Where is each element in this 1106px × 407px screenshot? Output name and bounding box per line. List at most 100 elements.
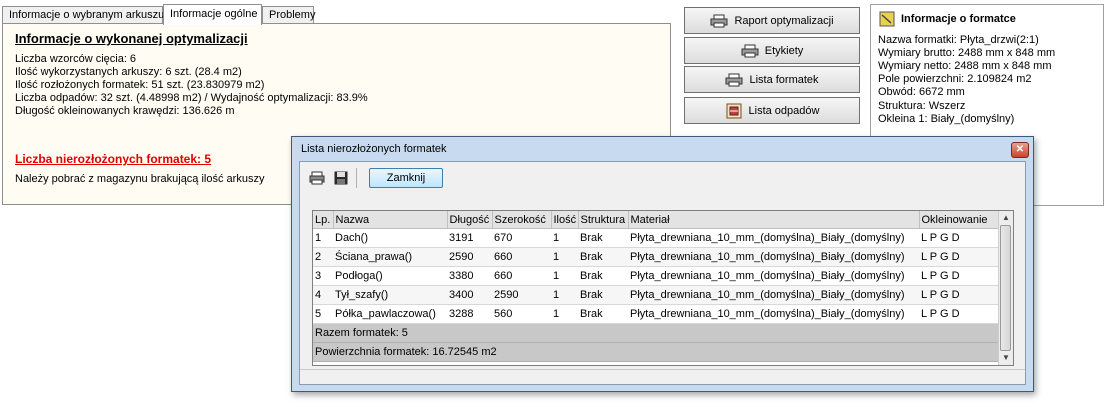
cell-width: 670 — [492, 228, 551, 248]
unplaced-pieces-grid: Lp. Nazwa Długość Szerokość Ilość Strukt… — [312, 210, 1014, 366]
tab-problems[interactable]: Problemy — [262, 6, 315, 23]
summary-line: Ilość wykorzystanych arkuszy: 6 szt. (28… — [15, 66, 242, 78]
print-button[interactable] — [308, 169, 326, 187]
cell-length: 3191 — [447, 228, 492, 248]
cell-qty: 1 — [551, 266, 578, 286]
table-row[interactable]: 3 Podłoga() 3380 660 1 Brak Płyta_drewniana_10… — [313, 266, 1000, 286]
cell-length: 3288 — [447, 304, 492, 324]
cell-qty: 1 — [551, 304, 578, 324]
cell-name: Tył_szafy() — [333, 285, 447, 305]
column-header[interactable]: Okleinowanie — [919, 211, 1001, 229]
summary-line: Liczba odpadów: 32 szt. (4.48998 m2) / W… — [15, 92, 368, 104]
scroll-thumb[interactable] — [1000, 225, 1011, 351]
piece-info-row: Struktura: Wszerz — [878, 100, 966, 112]
scroll-up-icon[interactable]: ▲ — [999, 211, 1013, 225]
cell-material: Płyta_drewniana_10_mm_(domyślna)_Biały_(… — [628, 285, 919, 305]
column-header[interactable]: Szerokość — [492, 211, 552, 229]
cell-edging: L P G D — [919, 285, 1000, 305]
cell-qty: 1 — [551, 285, 578, 305]
table-row[interactable]: 4 Tył_szafy() 3400 2590 1 Brak Płyta_drewniana… — [313, 285, 1000, 305]
cell-length: 2590 — [447, 247, 492, 267]
tab-general-info[interactable]: Informacje ogólne — [163, 4, 262, 25]
total-area: Powierzchnia formatek: 16.72545 m2 — [313, 342, 1000, 362]
cell-name: Dach() — [333, 228, 447, 248]
summary-heading: Informacje o wykonanej optymalizacji — [15, 31, 248, 46]
cell-name: Półka_pawlaczowa() — [333, 304, 447, 324]
cell-width: 560 — [492, 304, 551, 324]
scroll-down-icon[interactable]: ▼ — [999, 351, 1013, 365]
save-button[interactable] — [332, 169, 350, 187]
unplaced-count-link[interactable]: Liczba nierozłożonych formatek: 5 — [15, 152, 211, 166]
piece-info-row: Nazwa formatki: Płyta_drzwi(2:1) — [878, 34, 1039, 46]
cell-width: 660 — [492, 266, 551, 286]
dialog-body: Zamknij Lp. Nazwa Długość Szerokość Iloś… — [299, 161, 1026, 385]
cell-structure: Brak — [578, 266, 628, 286]
waste-list-label: Lista odpadów — [748, 104, 820, 117]
piece-info-row: Wymiary brutto: 2488 mm x 848 mm — [878, 47, 1056, 59]
tab-sheet-info[interactable]: Informacje o wybranym arkuszu — [2, 6, 164, 23]
printer-icon — [309, 171, 325, 185]
piece-info-row: Obwód: 6672 mm — [878, 86, 965, 98]
waste-list-button[interactable]: Lista odpadów — [684, 97, 860, 124]
dialog-toolbar: Zamknij — [308, 166, 443, 190]
printer-icon — [710, 14, 728, 27]
piece-icon — [879, 11, 895, 27]
close-icon[interactable]: ✕ — [1011, 142, 1029, 158]
cell-name: Ściana_prawa() — [333, 247, 447, 267]
dialog-statusbar — [300, 369, 1025, 384]
table-row[interactable]: 5 Półka_pawlaczowa() 3288 560 1 Brak Płyta_dre… — [313, 304, 1000, 324]
cell-structure: Brak — [578, 304, 628, 324]
vertical-scrollbar[interactable]: ▲ ▼ — [998, 211, 1013, 365]
summary-note: Należy pobrać z magazynu brakującą ilość… — [15, 173, 265, 185]
cell-lp: 3 — [313, 266, 333, 286]
pieces-list-label: Lista formatek — [749, 73, 819, 86]
waste-list-icon — [726, 103, 742, 118]
piece-info-row: Okleina 1: Biały_(domyślny) — [878, 113, 1015, 125]
toolbar-separator — [356, 168, 357, 188]
pieces-list-button[interactable]: Lista formatek — [684, 66, 860, 93]
total-area-row: Powierzchnia formatek: 16.72545 m2 — [313, 342, 1000, 362]
cell-qty: 1 — [551, 228, 578, 248]
summary-line: Ilość rozłożonych formatek: 51 szt. (23.… — [15, 79, 265, 91]
cell-name: Podłoga() — [333, 266, 447, 286]
optimization-report-label: Raport optymalizacji — [734, 14, 834, 27]
cell-length: 3400 — [447, 285, 492, 305]
column-header[interactable]: Długość — [447, 211, 493, 229]
cell-edging: L P G D — [919, 247, 1000, 267]
cell-width: 660 — [492, 247, 551, 267]
column-header[interactable]: Struktura — [578, 211, 629, 229]
cell-lp: 4 — [313, 285, 333, 305]
summary-line: Liczba wzorców cięcia: 6 — [15, 53, 137, 65]
cell-lp: 2 — [313, 247, 333, 267]
close-dialog-button[interactable]: Zamknij — [369, 168, 443, 188]
cell-length: 3380 — [447, 266, 492, 286]
cell-material: Płyta_drewniana_10_mm_(domyślna)_Biały_(… — [628, 266, 919, 286]
cell-structure: Brak — [578, 285, 628, 305]
cell-material: Płyta_drewniana_10_mm_(domyślna)_Biały_(… — [628, 247, 919, 267]
cell-edging: L P G D — [919, 304, 1000, 324]
cell-material: Płyta_drewniana_10_mm_(domyślna)_Biały_(… — [628, 228, 919, 248]
labels-button[interactable]: Etykiety — [684, 37, 860, 64]
printer-icon — [741, 44, 759, 57]
cell-edging: L P G D — [919, 266, 1000, 286]
column-header[interactable]: Ilość — [551, 211, 579, 229]
piece-info-row: Wymiary netto: 2488 mm x 848 mm — [878, 60, 1052, 72]
total-count-row: Razem formatek: 5 — [313, 323, 1000, 343]
column-header[interactable]: Nazwa — [333, 211, 448, 229]
table-row[interactable]: 2 Ściana_prawa() 2590 660 1 Brak Płyta_drewnia… — [313, 247, 1000, 267]
table-row[interactable]: 1 Dach() 3191 670 1 Brak Płyta_drewniana_10_mm… — [313, 228, 1000, 248]
column-header[interactable]: Lp. — [313, 211, 334, 229]
total-count: Razem formatek: 5 — [313, 323, 1000, 343]
cell-lp: 5 — [313, 304, 333, 324]
pieces-table: Lp. Nazwa Długość Szerokość Ilość Strukt… — [313, 211, 1001, 362]
piece-info-title: Informacje o formatce — [879, 11, 1016, 27]
floppy-disk-icon — [334, 171, 348, 185]
column-header[interactable]: Materiał — [628, 211, 920, 229]
cell-material: Płyta_drewniana_10_mm_(domyślna)_Biały_(… — [628, 304, 919, 324]
cell-structure: Brak — [578, 247, 628, 267]
table-header-row: Lp. Nazwa Długość Szerokość Ilość Strukt… — [313, 211, 1001, 229]
dialog-titlebar[interactable]: Lista nierozłożonych formatek ✕ — [292, 137, 1033, 161]
cell-width: 2590 — [492, 285, 551, 305]
optimization-report-button[interactable]: Raport optymalizacji — [684, 7, 860, 34]
cell-structure: Brak — [578, 228, 628, 248]
